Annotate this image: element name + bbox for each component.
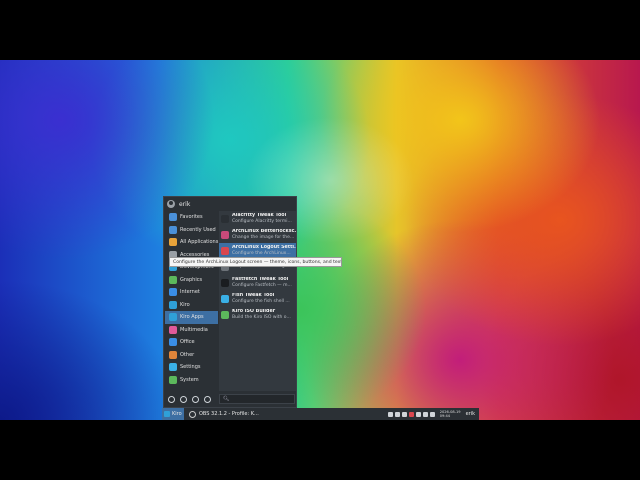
- start-menu: erik Favorites Recently Used All Applicati…: [163, 196, 297, 408]
- category-item[interactable]: Other: [165, 349, 218, 362]
- category-list: Favorites Recently Used All Applications Ac…: [165, 211, 218, 391]
- app-tooltip: Configure the ArchLinux Logout screen — …: [169, 257, 342, 267]
- app-item[interactable]: Fish Tweak Tool Configure the fish shell …: [219, 291, 296, 307]
- category-item[interactable]: Favorites: [165, 211, 218, 224]
- task-label: OBS 32.1.2 - Profile: K...: [199, 411, 259, 417]
- category-item[interactable]: All Applications: [165, 236, 218, 249]
- category-label: Other: [180, 351, 195, 358]
- category-item[interactable]: Settings: [165, 361, 218, 374]
- category-label: Recently Used: [180, 226, 216, 233]
- system-tray: 2026-08-19 09:44 erik: [387, 410, 479, 418]
- app-text: ArchLinux Betterlocksc... Change the imag…: [232, 229, 296, 241]
- category-label: Internet: [180, 289, 200, 296]
- start-button[interactable]: Kiro: [162, 408, 184, 420]
- app-text: Kiro ISO Builder Build the Kiro ISO with …: [232, 309, 291, 321]
- search-icon: 🔍︎: [223, 396, 230, 402]
- category-label: System: [180, 376, 199, 383]
- category-item[interactable]: Recently Used: [165, 224, 218, 237]
- app-item[interactable]: Alacritty Tweak Tool Configure Alacritty …: [219, 211, 296, 227]
- search-input[interactable]: 🔍︎: [219, 394, 295, 404]
- app-description: Build the Kiro ISO with o...: [232, 315, 291, 320]
- network-icon[interactable]: [394, 411, 400, 417]
- menu-header: erik: [164, 197, 296, 211]
- app-text: Alacritty Tweak Tool Configure Alacritty …: [232, 213, 292, 225]
- app-text: ArchLinux Logout Setti... Configure the A…: [232, 245, 296, 257]
- app-description: Configure Fastfetch — m...: [232, 283, 292, 288]
- category-item[interactable]: System: [165, 374, 218, 387]
- app-text: Fish Tweak Tool Configure the fish shell …: [232, 293, 290, 305]
- app-icon: [221, 215, 229, 223]
- desktop: erik Favorites Recently Used All Applicati…: [0, 60, 640, 420]
- volume-icon[interactable]: [429, 411, 435, 417]
- user-icon: [167, 200, 175, 208]
- category-item[interactable]: Kiro Apps: [165, 311, 218, 324]
- category-item[interactable]: Graphics: [165, 274, 218, 287]
- category-label: Favorites: [180, 214, 203, 221]
- category-label: Multimedia: [180, 326, 208, 333]
- folder-icon: [169, 225, 177, 234]
- app-item[interactable]: ArchLinux Betterlocksc... Change the imag…: [219, 227, 296, 243]
- app-text: Fastfetch Tweak Tool Configure Fastfetch …: [232, 277, 292, 289]
- category-item[interactable]: Multimedia: [165, 324, 218, 337]
- menu-username: erik: [179, 200, 191, 208]
- music-icon: [169, 325, 177, 334]
- app-item[interactable]: Kiro ISO Builder Build the Kiro ISO with …: [219, 307, 296, 323]
- update-icon[interactable]: [401, 411, 407, 417]
- kiro-icon: [169, 300, 177, 309]
- category-item[interactable]: Office: [165, 336, 218, 349]
- taskbar: Kiro OBS 32.1.2 - Profile: K... 2026-08-…: [162, 408, 479, 420]
- app-icon: [221, 247, 229, 255]
- kiro-icon: [169, 313, 177, 322]
- logout-icon[interactable]: [192, 395, 199, 403]
- start-label: Kiro: [172, 411, 182, 417]
- application-list: Alacritty Tweak Tool Configure Alacritty …: [219, 211, 296, 391]
- settings-icon[interactable]: [168, 395, 175, 403]
- power-icon[interactable]: [204, 395, 211, 403]
- bluetooth-icon[interactable]: [415, 411, 421, 417]
- document-icon: [169, 338, 177, 347]
- app-description: Configure the fish shell ...: [232, 299, 290, 304]
- app-icon: [221, 279, 229, 287]
- box-icon: [169, 350, 177, 359]
- notification-icon[interactable]: [408, 411, 414, 417]
- clock[interactable]: 2026-08-19 09:44: [440, 410, 461, 418]
- app-description: Change the image for the...: [232, 235, 295, 240]
- app-description: Configure Alacritty termi...: [232, 219, 292, 224]
- category-label: Kiro: [180, 301, 190, 308]
- app-icon: [221, 311, 229, 319]
- wallpaper: [0, 60, 640, 420]
- app-icon: [221, 295, 229, 303]
- user-menu-button[interactable]: erik: [466, 411, 477, 417]
- taskbar-item-obs[interactable]: OBS 32.1.2 - Profile: K...: [187, 409, 285, 419]
- clock-time: 09:44: [439, 414, 451, 418]
- category-label: Graphics: [180, 276, 203, 283]
- category-item[interactable]: Kiro: [165, 299, 218, 312]
- category-label: Kiro Apps: [180, 314, 204, 321]
- category-label: Office: [180, 339, 195, 346]
- clipboard-icon[interactable]: [387, 411, 393, 417]
- grid-icon: [169, 238, 177, 247]
- obs-icon: [189, 410, 196, 418]
- app-item[interactable]: Fastfetch Tweak Tool Configure Fastfetch …: [219, 275, 296, 291]
- system-icon: [169, 375, 177, 384]
- category-label: All Applications: [180, 239, 219, 246]
- category-item[interactable]: Internet: [165, 286, 218, 299]
- gear-icon: [169, 363, 177, 372]
- battery-icon[interactable]: [422, 411, 428, 417]
- app-icon: [221, 231, 229, 239]
- lock-icon[interactable]: [180, 395, 187, 403]
- menu-footer: 🔍︎: [164, 391, 296, 407]
- folder-icon: [169, 213, 177, 222]
- kiro-logo-icon: [164, 411, 170, 417]
- globe-icon: [169, 288, 177, 297]
- palette-icon: [169, 275, 177, 284]
- category-label: Settings: [180, 364, 201, 371]
